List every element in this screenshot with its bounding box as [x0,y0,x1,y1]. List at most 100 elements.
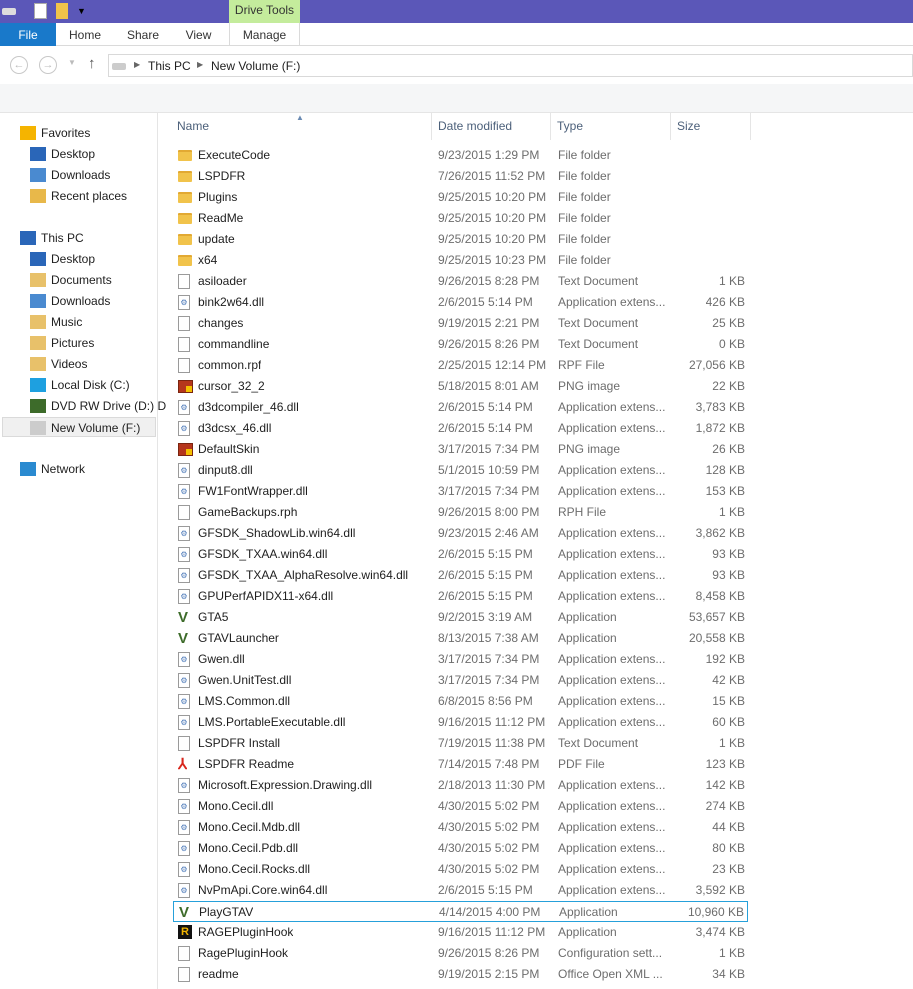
file-row[interactable]: ⚙ NvPmApi.Core.win64.dll 2/6/2015 5:15 P… [173,880,748,901]
column-header-size[interactable]: Size [671,113,751,140]
breadcrumb-new-volume[interactable]: New Volume (F:) [211,59,300,73]
nav-item-videos[interactable]: Videos [30,354,87,374]
file-row[interactable]: DefaultSkin 3/17/2015 7:34 PM PNG image … [173,439,748,460]
column-header-type[interactable]: Type [551,113,671,140]
file-row[interactable]: cursor_32_2 5/18/2015 8:01 AM PNG image … [173,376,748,397]
nav-item-downloads[interactable]: Downloads [30,165,110,185]
file-row[interactable]: asiloader 9/26/2015 8:28 PM Text Documen… [173,271,748,292]
file-row[interactable]: ⚙ d3dcompiler_46.dll 2/6/2015 5:14 PM Ap… [173,397,748,418]
nav-item-dvd-rw-drive-d-d[interactable]: DVD RW Drive (D:) D [30,396,166,416]
file-name: LSPDFR [198,169,246,183]
customize-quick-access-icon[interactable]: ▼ [77,6,86,22]
file-row[interactable]: ⚙ Gwen.dll 3/17/2015 7:34 PM Application… [173,649,748,670]
file-type: Application extens... [558,652,666,666]
nav-item-local-disk-c-[interactable]: Local Disk (C:) [30,375,130,395]
file-row[interactable]: Plugins 9/25/2015 10:20 PM File folder [173,187,748,208]
file-row[interactable]: ⚙ Mono.Cecil.Pdb.dll 4/30/2015 5:02 PM A… [173,838,748,859]
file-name: LSPDFR Install [198,736,281,750]
nav-item-documents[interactable]: Documents [30,270,112,290]
file-date-modified: 4/30/2015 5:02 PM [438,862,540,876]
tab-home[interactable]: Home [60,23,110,46]
forward-button[interactable]: → [39,56,57,74]
nav-item-new-volume-f-[interactable]: New Volume (F:) [2,417,156,437]
file-row[interactable]: ⚙ Mono.Cecil.Mdb.dll 4/30/2015 5:02 PM A… [173,817,748,838]
properties-icon[interactable] [34,3,47,19]
file-row[interactable]: ⚙ GFSDK_ShadowLib.win64.dll 9/23/2015 2:… [173,523,748,544]
tab-file[interactable]: File [0,23,56,46]
gta-app-icon: V [179,905,190,920]
nav-item-desktop[interactable]: Desktop [30,249,95,269]
tab-view[interactable]: View [176,23,221,46]
file-row[interactable]: ReadMe 9/25/2015 10:20 PM File folder [173,208,748,229]
text-document-icon [178,946,193,961]
file-row[interactable]: GameBackups.rph 9/26/2015 8:00 PM RPH Fi… [173,502,748,523]
file-size: 3,592 KB [695,883,745,897]
file-type: Application extens... [558,484,666,498]
file-size: 3,862 KB [695,526,745,540]
file-row[interactable]: ExecuteCode 9/23/2015 1:29 PM File folde… [173,145,748,166]
nav-item-downloads[interactable]: Downloads [30,291,110,311]
nav-item-desktop[interactable]: Desktop [30,144,95,164]
file-row[interactable]: ⚙ LMS.Common.dll 6/8/2015 8:56 PM Applic… [173,691,748,712]
file-date-modified: 9/16/2015 11:12 PM [438,925,546,939]
tab-manage[interactable]: Manage [229,23,300,46]
file-row[interactable]: update 9/25/2015 10:20 PM File folder [173,229,748,250]
file-row[interactable]: R RAGEPluginHook 9/16/2015 11:12 PM Appl… [173,922,748,943]
nav-this-pc[interactable]: This PC [20,228,84,248]
file-row[interactable]: ⚙ Microsoft.Expression.Drawing.dll 2/18/… [173,775,748,796]
column-header-date[interactable]: Date modified [432,113,551,140]
file-row[interactable]: ⚙ Gwen.UnitTest.dll 3/17/2015 7:34 PM Ap… [173,670,748,691]
nav-item-recent-places[interactable]: Recent places [30,186,127,206]
file-row[interactable]: ⚙ Mono.Cecil.dll 4/30/2015 5:02 PM Appli… [173,796,748,817]
tab-share[interactable]: Share [118,23,168,46]
dll-file-icon: ⚙ [178,799,193,814]
file-row[interactable]: ⚙ GFSDK_TXAA.win64.dll 2/6/2015 5:15 PM … [173,544,748,565]
nav-item-pictures[interactable]: Pictures [30,333,94,353]
file-row[interactable]: x64 9/25/2015 10:23 PM File folder [173,250,748,271]
back-button[interactable]: ← [10,56,28,74]
file-row[interactable]: ⚙ d3dcsx_46.dll 2/6/2015 5:14 PM Applica… [173,418,748,439]
new-folder-icon[interactable] [56,3,68,19]
file-type: File folder [558,211,611,225]
file-row[interactable]: ⚙ LMS.PortableExecutable.dll 9/16/2015 1… [173,712,748,733]
up-button[interactable]: ↑ [88,55,96,72]
recent-locations-icon[interactable]: ▼ [68,58,76,67]
column-header-name[interactable]: Name [171,113,432,140]
file-row[interactable]: LSPDFR Install 7/19/2015 11:38 PM Text D… [173,733,748,754]
file-row[interactable]: ⚙ dinput8.dll 5/1/2015 10:59 PM Applicat… [173,460,748,481]
file-type: Application extens... [558,862,666,876]
file-row[interactable]: ⚙ GFSDK_TXAA_AlphaResolve.win64.dll 2/6/… [173,565,748,586]
file-date-modified: 9/26/2015 8:26 PM [438,337,540,351]
png-image-icon [178,442,193,457]
file-name: LMS.PortableExecutable.dll [198,715,346,729]
nav-favorites[interactable]: Favorites [20,123,90,143]
address-input[interactable]: ▶ This PC ▶ New Volume (F:) [108,54,913,77]
breadcrumb-this-pc[interactable]: This PC [148,59,191,73]
file-row[interactable]: ⅄ LSPDFR Readme 7/14/2015 7:48 PM PDF Fi… [173,754,748,775]
file-row[interactable]: changes 9/19/2015 2:21 PM Text Document … [173,313,748,334]
file-type: Application extens... [558,841,666,855]
file-row[interactable]: ⚙ FW1FontWrapper.dll 3/17/2015 7:34 PM A… [173,481,748,502]
file-type: Application extens... [558,820,666,834]
file-row[interactable]: LSPDFR 7/26/2015 11:52 PM File folder [173,166,748,187]
file-row[interactable]: ⚙ GPUPerfAPIDX11-x64.dll 2/6/2015 5:15 P… [173,586,748,607]
file-row[interactable]: readme 9/19/2015 2:15 PM Office Open XML… [173,964,748,985]
file-row[interactable]: V GTA5 9/2/2015 3:19 AM Application 53,6… [173,607,748,628]
nav-network[interactable]: Network [20,459,85,479]
file-row[interactable]: common.rpf 2/25/2015 12:14 PM RPF File 2… [173,355,748,376]
file-row[interactable]: V GTAVLauncher 8/13/2015 7:38 AM Applica… [173,628,748,649]
file-row[interactable]: ⚙ bink2w64.dll 2/6/2015 5:14 PM Applicat… [173,292,748,313]
file-date-modified: 3/17/2015 7:34 PM [438,484,540,498]
file-size: 142 KB [705,778,745,792]
file-row[interactable]: commandline 9/26/2015 8:26 PM Text Docum… [173,334,748,355]
file-type: File folder [558,169,611,183]
file-name: GFSDK_ShadowLib.win64.dll [198,526,356,540]
file-row[interactable]: RagePluginHook 9/26/2015 8:26 PM Configu… [173,943,748,964]
file-row[interactable]: V PlayGTAV 4/14/2015 4:00 PM Application… [173,901,748,922]
file-name: GFSDK_TXAA.win64.dll [198,547,328,561]
nav-item-music[interactable]: Music [30,312,82,332]
file-row[interactable]: ⚙ Mono.Cecil.Rocks.dll 4/30/2015 5:02 PM… [173,859,748,880]
file-type: Application extens... [558,778,666,792]
dll-file-icon: ⚙ [178,883,193,898]
drive-icon [112,63,126,70]
